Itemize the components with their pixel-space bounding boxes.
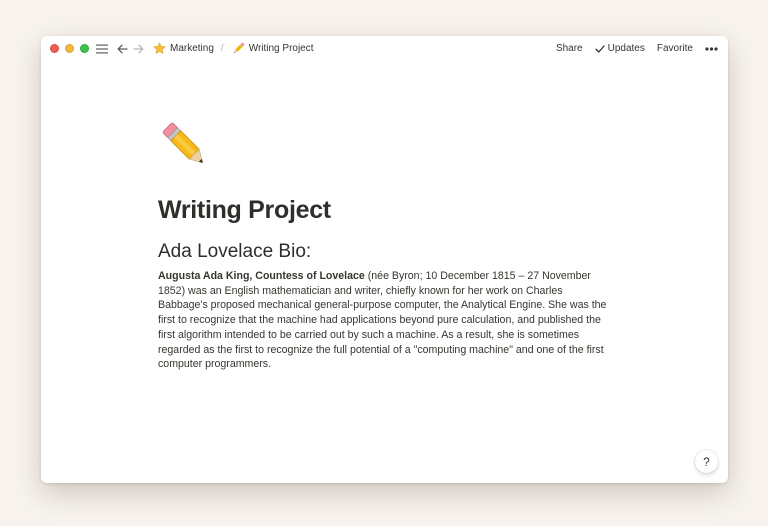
share-button[interactable]: Share xyxy=(556,43,583,54)
maximize-window-button[interactable] xyxy=(80,44,89,53)
app-window: Marketing / Writing Project Share Update… xyxy=(41,36,728,483)
window-controls xyxy=(50,44,95,53)
paragraph-text: (née Byron; 10 December 1815 – 27 Novemb… xyxy=(158,270,607,371)
minimize-window-button[interactable] xyxy=(65,44,74,53)
forward-arrow-icon[interactable] xyxy=(131,42,145,56)
page-title: Writing Project xyxy=(158,196,331,224)
breadcrumb-label: Marketing xyxy=(170,43,214,54)
more-options-icon[interactable] xyxy=(704,46,718,52)
favorite-button[interactable]: Favorite xyxy=(657,43,693,54)
star-icon xyxy=(153,42,166,55)
breadcrumb-label: Writing Project xyxy=(248,43,314,54)
updates-button[interactable]: Updates xyxy=(594,43,645,54)
header-actions: Share Updates Favorite xyxy=(544,43,718,54)
breadcrumb-writing-project[interactable]: Writing Project xyxy=(230,42,316,55)
section-heading: Ada Lovelace Bio: xyxy=(158,241,312,262)
check-icon xyxy=(594,44,605,54)
help-button[interactable]: ? xyxy=(695,450,718,473)
sidebar-menu-icon[interactable] xyxy=(95,42,109,56)
close-window-button[interactable] xyxy=(50,44,59,53)
bio-paragraph: Augusta Ada King, Countess of Lovelace (… xyxy=(158,269,613,372)
bold-lead-text: Augusta Ada King, Countess of Lovelace xyxy=(158,270,365,282)
updates-label: Updates xyxy=(607,43,645,54)
title-bar: Marketing / Writing Project Share Update… xyxy=(41,36,728,61)
pencil-icon xyxy=(232,42,245,55)
breadcrumb-marketing[interactable]: Marketing xyxy=(151,42,216,55)
back-arrow-icon[interactable] xyxy=(115,42,129,56)
breadcrumb-separator: / xyxy=(220,43,224,54)
pencil-icon[interactable] xyxy=(158,118,212,172)
